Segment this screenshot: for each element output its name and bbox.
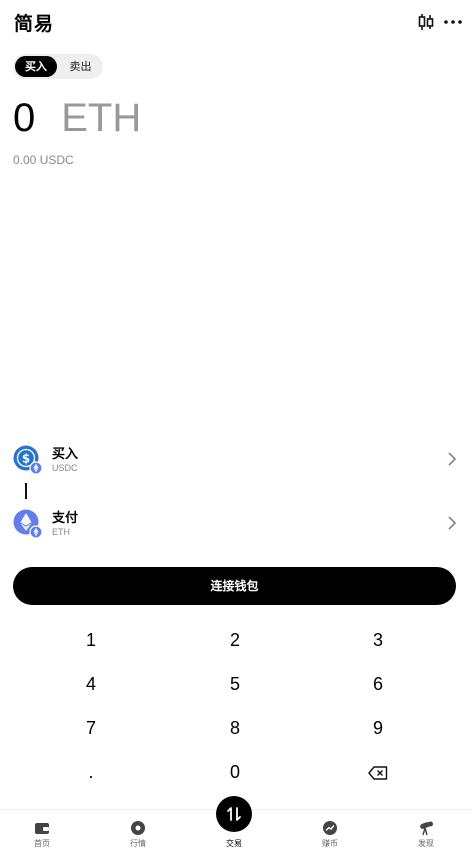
key-8[interactable]: 8 (185, 708, 285, 748)
tab-earn[interactable]: 赚币 (300, 810, 360, 854)
buy-sell-toggle: 买入 卖出 (13, 54, 103, 79)
svg-text:$: $ (22, 452, 30, 466)
key-1[interactable]: 1 (41, 620, 141, 660)
key-9[interactable]: 9 (328, 708, 428, 748)
more-dots-icon[interactable] (443, 12, 463, 32)
tab-home[interactable]: 首页 (12, 810, 72, 854)
buy-label: 买入 (52, 447, 79, 462)
sell-tab[interactable]: 卖出 (60, 56, 101, 77)
trade-icon (216, 796, 252, 832)
amount-value: 0 (13, 96, 36, 140)
connect-wallet-button[interactable]: 连接钱包 (13, 567, 456, 605)
tab-trade[interactable]: 交易 (204, 796, 264, 854)
key-7[interactable]: 7 (41, 708, 141, 748)
key-3[interactable]: 3 (328, 620, 428, 660)
candlestick-chart-icon[interactable] (416, 12, 436, 32)
page-title: 简易 (14, 13, 55, 35)
pay-token-selector[interactable]: 支付 ETH (0, 503, 472, 549)
chevron-right-icon (447, 515, 457, 531)
eth-token-icon (13, 509, 43, 539)
tab-market[interactable]: 行情 (108, 810, 168, 854)
buy-token-name: USDC (52, 463, 78, 473)
backspace-key[interactable] (328, 752, 428, 792)
tab-label: 首页 (34, 839, 50, 848)
pay-label: 支付 (52, 511, 79, 526)
buy-token-selector[interactable]: $ 买入 USDC (0, 439, 472, 485)
tab-discover[interactable]: 发现 (396, 810, 456, 854)
bottom-tab-bar: 首页 行情 交易 赚币 发现 (0, 796, 472, 854)
key-2[interactable]: 2 (185, 620, 285, 660)
tab-label: 赚币 (322, 839, 338, 848)
amount-unit: ETH (61, 96, 142, 140)
key-decimal[interactable]: . (41, 752, 141, 792)
converted-amount: 0.00 USDC (13, 153, 74, 167)
wallet-icon (34, 820, 50, 836)
pay-token-name: ETH (52, 527, 70, 537)
usdc-token-icon: $ (13, 445, 43, 475)
key-0[interactable]: 0 (185, 752, 285, 792)
tab-label: 发现 (418, 839, 434, 848)
route-connector-line (25, 483, 27, 499)
tab-label: 行情 (130, 839, 146, 848)
buy-tab[interactable]: 买入 (15, 56, 57, 77)
key-6[interactable]: 6 (328, 664, 428, 704)
market-icon (130, 820, 146, 836)
key-4[interactable]: 4 (41, 664, 141, 704)
amount-display[interactable]: 0 ETH (13, 96, 141, 146)
key-5[interactable]: 5 (185, 664, 285, 704)
tab-label: 交易 (226, 839, 242, 848)
earn-icon (322, 820, 338, 836)
chevron-right-icon (447, 451, 457, 467)
backspace-icon (368, 762, 388, 782)
header: 简易 (0, 0, 472, 44)
discover-icon (418, 820, 434, 836)
